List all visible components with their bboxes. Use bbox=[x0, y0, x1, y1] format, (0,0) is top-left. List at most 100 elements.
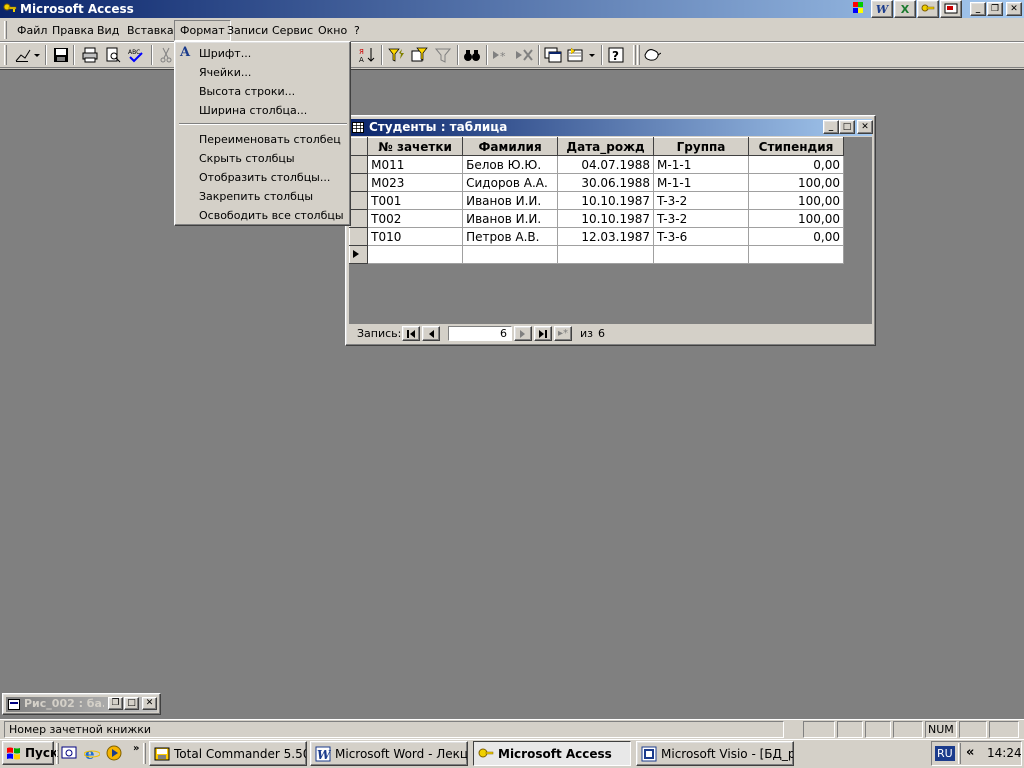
menu-item-6[interactable]: Сервис bbox=[267, 21, 318, 41]
taskbar-task[interactable]: Total Commander 5.50 - ... bbox=[149, 741, 307, 766]
word-icon[interactable]: W bbox=[871, 0, 893, 18]
minimized-window[interactable]: Рис_002 : ба... ❐ □ ✕ bbox=[2, 693, 161, 715]
table-cell[interactable]: T010 bbox=[367, 227, 464, 246]
table-cell[interactable]: 100,00 bbox=[748, 209, 844, 228]
table-cell[interactable]: M-1-1 bbox=[653, 155, 749, 174]
table-cell[interactable]: 12.03.1987 bbox=[557, 227, 655, 246]
row-selector[interactable] bbox=[348, 173, 369, 192]
minimize-button[interactable]: _ bbox=[970, 2, 986, 16]
print-icon[interactable] bbox=[80, 44, 100, 66]
start-button[interactable]: Пуск bbox=[2, 741, 58, 765]
format-menu-item-7[interactable]: Закрепить столбцы bbox=[199, 187, 313, 206]
filter-by-selection-icon[interactable] bbox=[387, 44, 407, 66]
table-cell[interactable]: T-3-2 bbox=[653, 191, 749, 210]
save-icon[interactable] bbox=[51, 44, 71, 66]
new-record-nav-button[interactable]: ▸* bbox=[554, 326, 572, 341]
table-close-button[interactable]: ✕ bbox=[857, 120, 873, 134]
table-maximize-button[interactable]: □ bbox=[839, 120, 855, 134]
table-cell[interactable]: M-1-1 bbox=[653, 173, 749, 192]
table-cell[interactable]: Иванов И.И. bbox=[462, 191, 559, 210]
new-record-icon[interactable]: * bbox=[491, 44, 511, 66]
taskbar-task[interactable]: Microsoft Access bbox=[473, 741, 631, 766]
office-bar-icon[interactable] bbox=[852, 1, 864, 15]
delete-record-icon[interactable] bbox=[514, 44, 534, 66]
media-player-icon[interactable] bbox=[106, 745, 122, 764]
language-indicator[interactable]: RU bbox=[935, 746, 955, 761]
table-cell[interactable]: 0,00 bbox=[748, 227, 844, 246]
table-cell[interactable] bbox=[557, 245, 655, 264]
office-assistant-icon[interactable] bbox=[642, 44, 662, 66]
apply-filter-icon[interactable] bbox=[433, 44, 453, 66]
format-menu-item-2[interactable]: Высота строки... bbox=[199, 82, 295, 101]
row-selector[interactable] bbox=[348, 191, 369, 210]
powerpoint-icon[interactable] bbox=[940, 0, 962, 18]
taskbar-task[interactable]: Microsoft Visio - [БД_рис... bbox=[636, 741, 794, 766]
help-icon[interactable]: ? bbox=[606, 44, 626, 66]
table-cell[interactable]: 100,00 bbox=[748, 191, 844, 210]
current-record-indicator[interactable] bbox=[348, 245, 369, 264]
excel-icon[interactable]: X bbox=[894, 0, 916, 18]
min-restore-button[interactable]: ❐ bbox=[108, 697, 123, 710]
row-selector[interactable] bbox=[348, 155, 369, 174]
internet-explorer-icon[interactable]: e bbox=[83, 745, 101, 764]
table-cell[interactable]: T-3-2 bbox=[653, 209, 749, 228]
table-cell[interactable]: Петров А.В. bbox=[462, 227, 559, 246]
table-cell[interactable] bbox=[748, 245, 844, 264]
close-button[interactable]: ✕ bbox=[1006, 2, 1022, 16]
database-window-icon[interactable] bbox=[543, 44, 563, 66]
menu-item-5[interactable]: Записи bbox=[222, 21, 273, 41]
menu-item-3[interactable]: Вставка bbox=[122, 21, 179, 41]
show-desktop-icon[interactable] bbox=[61, 745, 77, 764]
format-menu-item-5[interactable]: Скрыть столбцы bbox=[199, 149, 295, 168]
menu-item-7[interactable]: Окно bbox=[313, 21, 352, 41]
column-header[interactable]: Группа bbox=[653, 137, 749, 156]
format-menu-item-3[interactable]: Ширина столбца... bbox=[199, 101, 307, 120]
row-selector[interactable] bbox=[348, 209, 369, 228]
quicklaunch-chevron-icon[interactable]: » bbox=[133, 743, 139, 754]
first-record-button[interactable] bbox=[402, 326, 420, 341]
spelling-icon[interactable]: ABC bbox=[126, 44, 146, 66]
min-close-button[interactable]: ✕ bbox=[142, 697, 157, 710]
select-all-corner[interactable] bbox=[348, 137, 369, 156]
table-cell[interactable]: 100,00 bbox=[748, 173, 844, 192]
find-binoculars-icon[interactable] bbox=[462, 44, 482, 66]
table-cell[interactable]: 10.10.1987 bbox=[557, 209, 655, 228]
next-record-button[interactable] bbox=[514, 326, 532, 341]
filter-by-form-icon[interactable] bbox=[410, 44, 430, 66]
format-menu-item-0[interactable]: Шрифт... bbox=[199, 44, 251, 63]
table-cell[interactable]: T001 bbox=[367, 191, 464, 210]
table-cell[interactable] bbox=[653, 245, 749, 264]
table-cell[interactable]: M011 bbox=[367, 155, 464, 174]
new-object-icon[interactable] bbox=[566, 44, 598, 66]
taskbar-task[interactable]: W Microsoft Word - Лекция... bbox=[310, 741, 468, 766]
table-minimize-button[interactable]: _ bbox=[823, 120, 839, 134]
menu-item-2[interactable]: Вид bbox=[92, 21, 124, 41]
table-cell[interactable]: 30.06.1988 bbox=[557, 173, 655, 192]
format-menu-item-1[interactable]: Ячейки... bbox=[199, 63, 251, 82]
menu-help[interactable]: ? bbox=[349, 21, 365, 41]
previous-record-button[interactable] bbox=[422, 326, 440, 341]
table-cell[interactable] bbox=[367, 245, 464, 264]
print-preview-icon[interactable] bbox=[103, 44, 123, 66]
table-cell[interactable]: Иванов И.И. bbox=[462, 209, 559, 228]
table-cell[interactable] bbox=[462, 245, 559, 264]
record-number-input[interactable]: 6 bbox=[448, 326, 512, 341]
table-cell[interactable]: M023 bbox=[367, 173, 464, 192]
last-record-button[interactable] bbox=[534, 326, 552, 341]
column-header[interactable]: Дата_рожд bbox=[557, 137, 655, 156]
access-icon[interactable] bbox=[917, 0, 939, 18]
table-cell[interactable]: T-3-6 bbox=[653, 227, 749, 246]
format-menu-item-4[interactable]: Переименовать столбец bbox=[199, 130, 341, 149]
format-menu-item-8[interactable]: Освободить все столбцы bbox=[199, 206, 344, 225]
table-cell[interactable]: Белов Ю.Ю. bbox=[462, 155, 559, 174]
column-header[interactable]: Фамилия bbox=[462, 137, 559, 156]
tray-chevron[interactable]: « bbox=[966, 745, 974, 760]
table-cell[interactable]: Сидоров А.А. bbox=[462, 173, 559, 192]
column-header[interactable]: Стипендия bbox=[748, 137, 844, 156]
table-cell[interactable]: T002 bbox=[367, 209, 464, 228]
column-header[interactable]: № зачетки bbox=[367, 137, 464, 156]
row-selector[interactable] bbox=[348, 227, 369, 246]
view-design-icon[interactable] bbox=[12, 44, 42, 66]
cut-icon[interactable] bbox=[156, 44, 176, 66]
restore-button[interactable]: ❐ bbox=[987, 2, 1003, 16]
